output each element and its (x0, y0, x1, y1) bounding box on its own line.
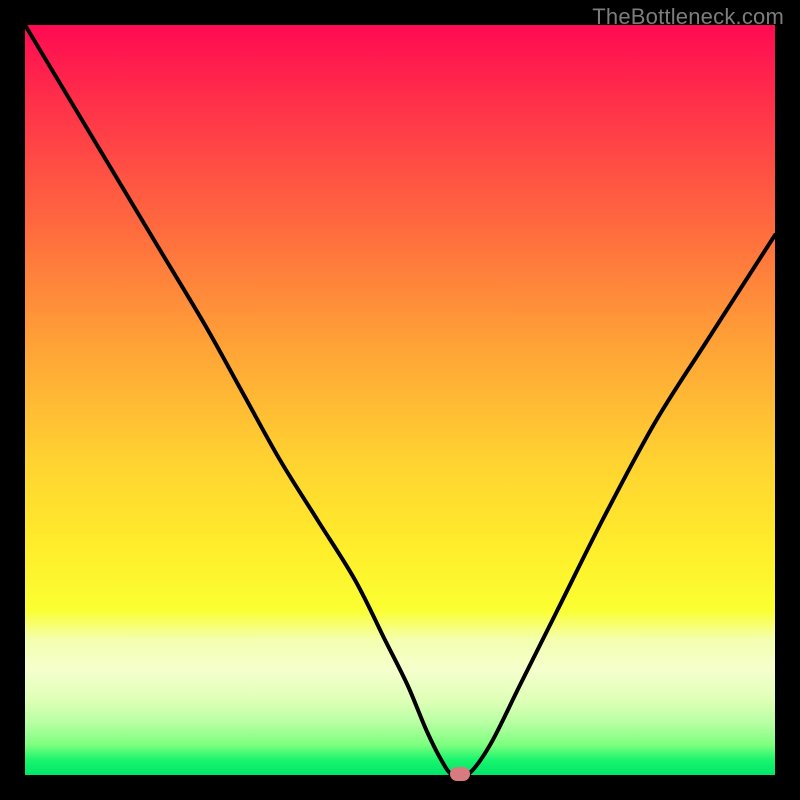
chart-frame: TheBottleneck.com (0, 0, 800, 800)
watermark-text: TheBottleneck.com (592, 4, 784, 30)
bottleneck-curve (25, 25, 775, 775)
minimum-marker (450, 767, 470, 781)
